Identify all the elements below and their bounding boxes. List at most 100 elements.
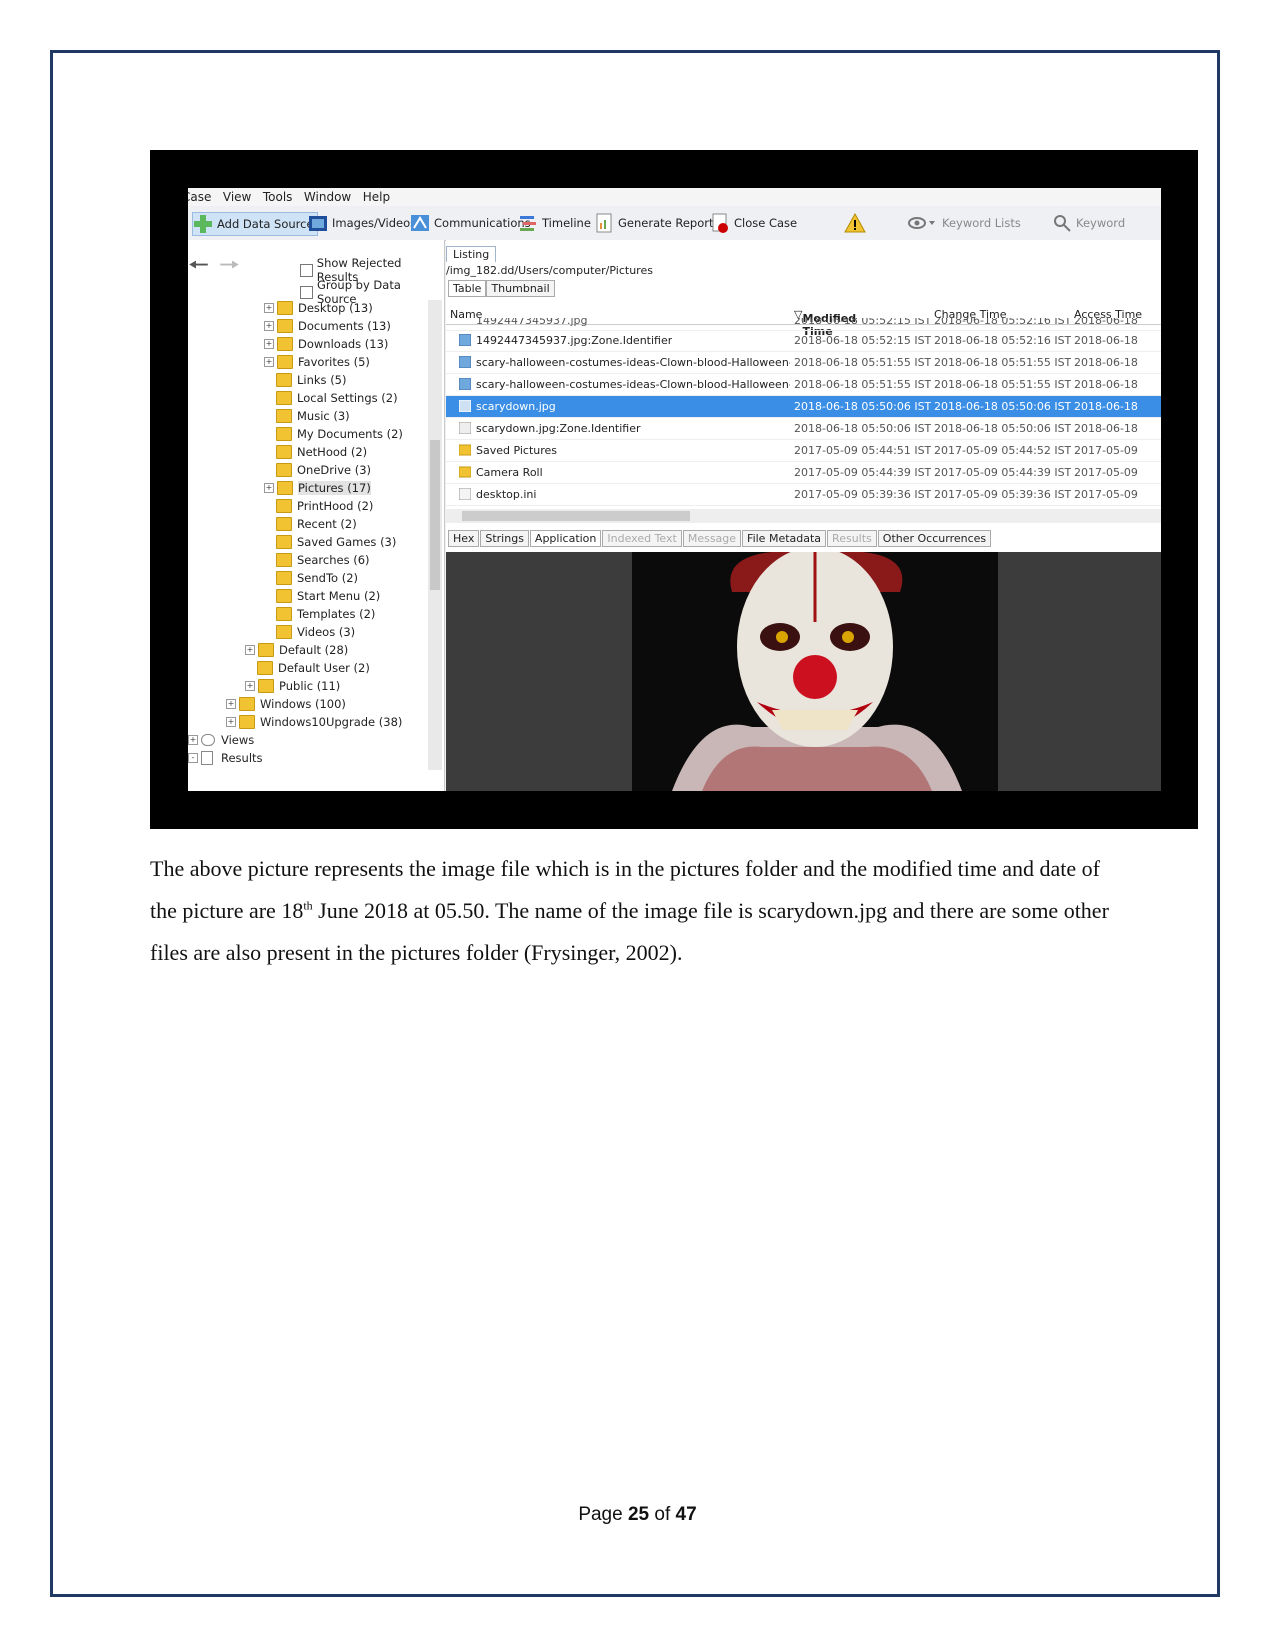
tree-node-pictures[interactable]: + Pictures (17) [264, 479, 371, 497]
tree-node[interactable]: + Downloads (13) [264, 335, 388, 353]
timeline-button[interactable]: Timeline [518, 212, 591, 234]
tree-node[interactable]: + Windows (100) [226, 695, 346, 713]
table-row[interactable]: Camera Roll 2017-05-09 05:44:39 IST 2017… [446, 462, 1161, 484]
tree-node[interactable]: PrintHood (2) [276, 497, 373, 515]
folder-icon [277, 481, 293, 495]
warning-icon[interactable] [844, 212, 866, 234]
timeline-icon [518, 213, 538, 233]
table-row-selected[interactable]: scarydown.jpg 2018-06-18 05:50:06 IST 20… [446, 396, 1161, 418]
table-row[interactable]: scary-halloween-costumes-ideas-Clown-blo… [446, 352, 1161, 374]
tree-node-views[interactable]: + Views [188, 731, 254, 749]
listing-path: /img_182.dd/Users/computer/Pictures [446, 264, 653, 277]
forward-arrow-icon[interactable]: 🠖 [219, 251, 240, 279]
tree-node[interactable]: + Windows10Upgrade (38) [226, 713, 402, 731]
table-row[interactable]: Saved Pictures 2017-05-09 05:44:51 IST 2… [446, 440, 1161, 462]
folder-icon [258, 643, 274, 657]
back-arrow-icon[interactable]: 🠔 [188, 251, 209, 279]
toolbar: Add Data Source Images/Videos Communicat… [188, 206, 1161, 241]
folder-icon [276, 499, 292, 513]
menu-case[interactable]: Case [188, 188, 211, 206]
image-file-icon [459, 334, 471, 346]
tree-node[interactable]: + Desktop (13) [264, 299, 373, 317]
folder-icon [277, 301, 293, 315]
folder-icon [276, 463, 292, 477]
tab-results[interactable]: Results [827, 530, 877, 547]
images-icon [308, 213, 328, 233]
tree-node[interactable]: OneDrive (3) [276, 461, 371, 479]
directory-tree-panel: 🠔 🠖 Show Rejected Results Group by Data S… [188, 240, 445, 791]
folder-icon [276, 535, 292, 549]
tree-node[interactable]: + Documents (13) [264, 317, 391, 335]
folder-icon [277, 337, 293, 351]
tab-indexed-text[interactable]: Indexed Text [602, 530, 682, 547]
nav-buttons: 🠔 🠖 [188, 248, 250, 289]
tree-node[interactable]: Links (5) [276, 371, 347, 389]
tab-message[interactable]: Message [682, 530, 742, 547]
table-row[interactable]: scary-halloween-costumes-ideas-Clown-blo… [446, 374, 1161, 396]
tab-thumbnail[interactable]: Thumbnail [486, 280, 555, 297]
screenshot-figure: Case View Tools Window Help Add Data Sou… [150, 150, 1198, 829]
result-viewer: Listing /img_182.dd/Users/computer/Pictu… [446, 240, 1161, 791]
folder-icon [239, 715, 255, 729]
menu-view[interactable]: View [223, 188, 251, 206]
close-case-button[interactable]: Close Case [710, 212, 797, 234]
tree-node[interactable]: Saved Games (3) [276, 533, 396, 551]
tab-table[interactable]: Table [448, 280, 487, 297]
table-row[interactable]: 1492447345937.jpg:Zone.Identifier 2018-0… [446, 330, 1161, 352]
tree-node[interactable]: Default User (2) [257, 659, 370, 677]
tree-node[interactable]: Start Menu (2) [276, 587, 380, 605]
folder-icon [257, 661, 273, 675]
tree-node[interactable]: Recent (2) [276, 515, 357, 533]
keyword-search-button[interactable]: Keyword [1052, 212, 1125, 234]
tree-node[interactable]: Templates (2) [276, 605, 375, 623]
generate-report-button[interactable]: Generate Report [594, 212, 714, 234]
tab-hex[interactable]: Hex [448, 530, 480, 547]
tab-other-occurrences[interactable]: Other Occurrences [877, 530, 992, 547]
tree-node[interactable]: SendTo (2) [276, 569, 358, 587]
menu-help[interactable]: Help [363, 188, 390, 206]
tree-node[interactable]: + Favorites (5) [264, 353, 370, 371]
folder-icon [459, 466, 471, 478]
folder-icon [276, 373, 292, 387]
menu-window[interactable]: Window [304, 188, 351, 206]
tree-node[interactable]: Searches (6) [276, 551, 370, 569]
folder-icon [276, 571, 292, 585]
file-icon [459, 422, 471, 434]
tab-file-metadata[interactable]: File Metadata [742, 530, 827, 547]
add-data-source-button[interactable]: Add Data Source [192, 212, 318, 236]
tree-node[interactable]: + Default (28) [245, 641, 348, 659]
images-videos-button[interactable]: Images/Videos [308, 212, 416, 234]
search-icon [1052, 213, 1072, 233]
figure-caption: The above picture represents the image f… [150, 856, 1109, 965]
folder-icon [276, 589, 292, 603]
tree-node[interactable]: NetHood (2) [276, 443, 367, 461]
tree-node[interactable]: Videos (3) [276, 623, 355, 641]
folder-icon [459, 444, 471, 456]
page-number: 25 [627, 1504, 650, 1525]
tab-listing[interactable]: Listing [446, 246, 497, 262]
folder-icon [276, 607, 292, 621]
communications-button[interactable]: Communications [410, 212, 531, 234]
tree-node[interactable]: Local Settings (2) [276, 389, 398, 407]
views-icon [201, 734, 215, 746]
tab-application[interactable]: Application [529, 530, 602, 547]
menu-tools[interactable]: Tools [263, 188, 293, 206]
tree-scrollbar[interactable] [428, 300, 442, 770]
plus-icon [193, 214, 213, 234]
tree-node[interactable]: My Documents (2) [276, 425, 403, 443]
image-file-icon [459, 356, 471, 368]
file-icon [459, 488, 471, 500]
keyword-lists-button[interactable]: Keyword Lists [908, 212, 1021, 234]
tab-strings[interactable]: Strings [480, 530, 529, 547]
image-file-icon [459, 400, 471, 412]
tree-node-results[interactable]: - Results [188, 749, 263, 767]
tree-node[interactable]: Music (3) [276, 407, 350, 425]
tree-node[interactable]: + Public (11) [245, 677, 340, 695]
table-row[interactable]: desktop.ini 2017-05-09 05:39:36 IST 2017… [446, 484, 1161, 506]
clown-image [632, 547, 998, 791]
table-scrollbar[interactable] [446, 509, 1161, 523]
close-case-icon [710, 213, 730, 233]
folder-icon [276, 517, 292, 531]
folder-icon [276, 391, 292, 405]
table-row[interactable]: scarydown.jpg:Zone.Identifier 2018-06-18… [446, 418, 1161, 440]
